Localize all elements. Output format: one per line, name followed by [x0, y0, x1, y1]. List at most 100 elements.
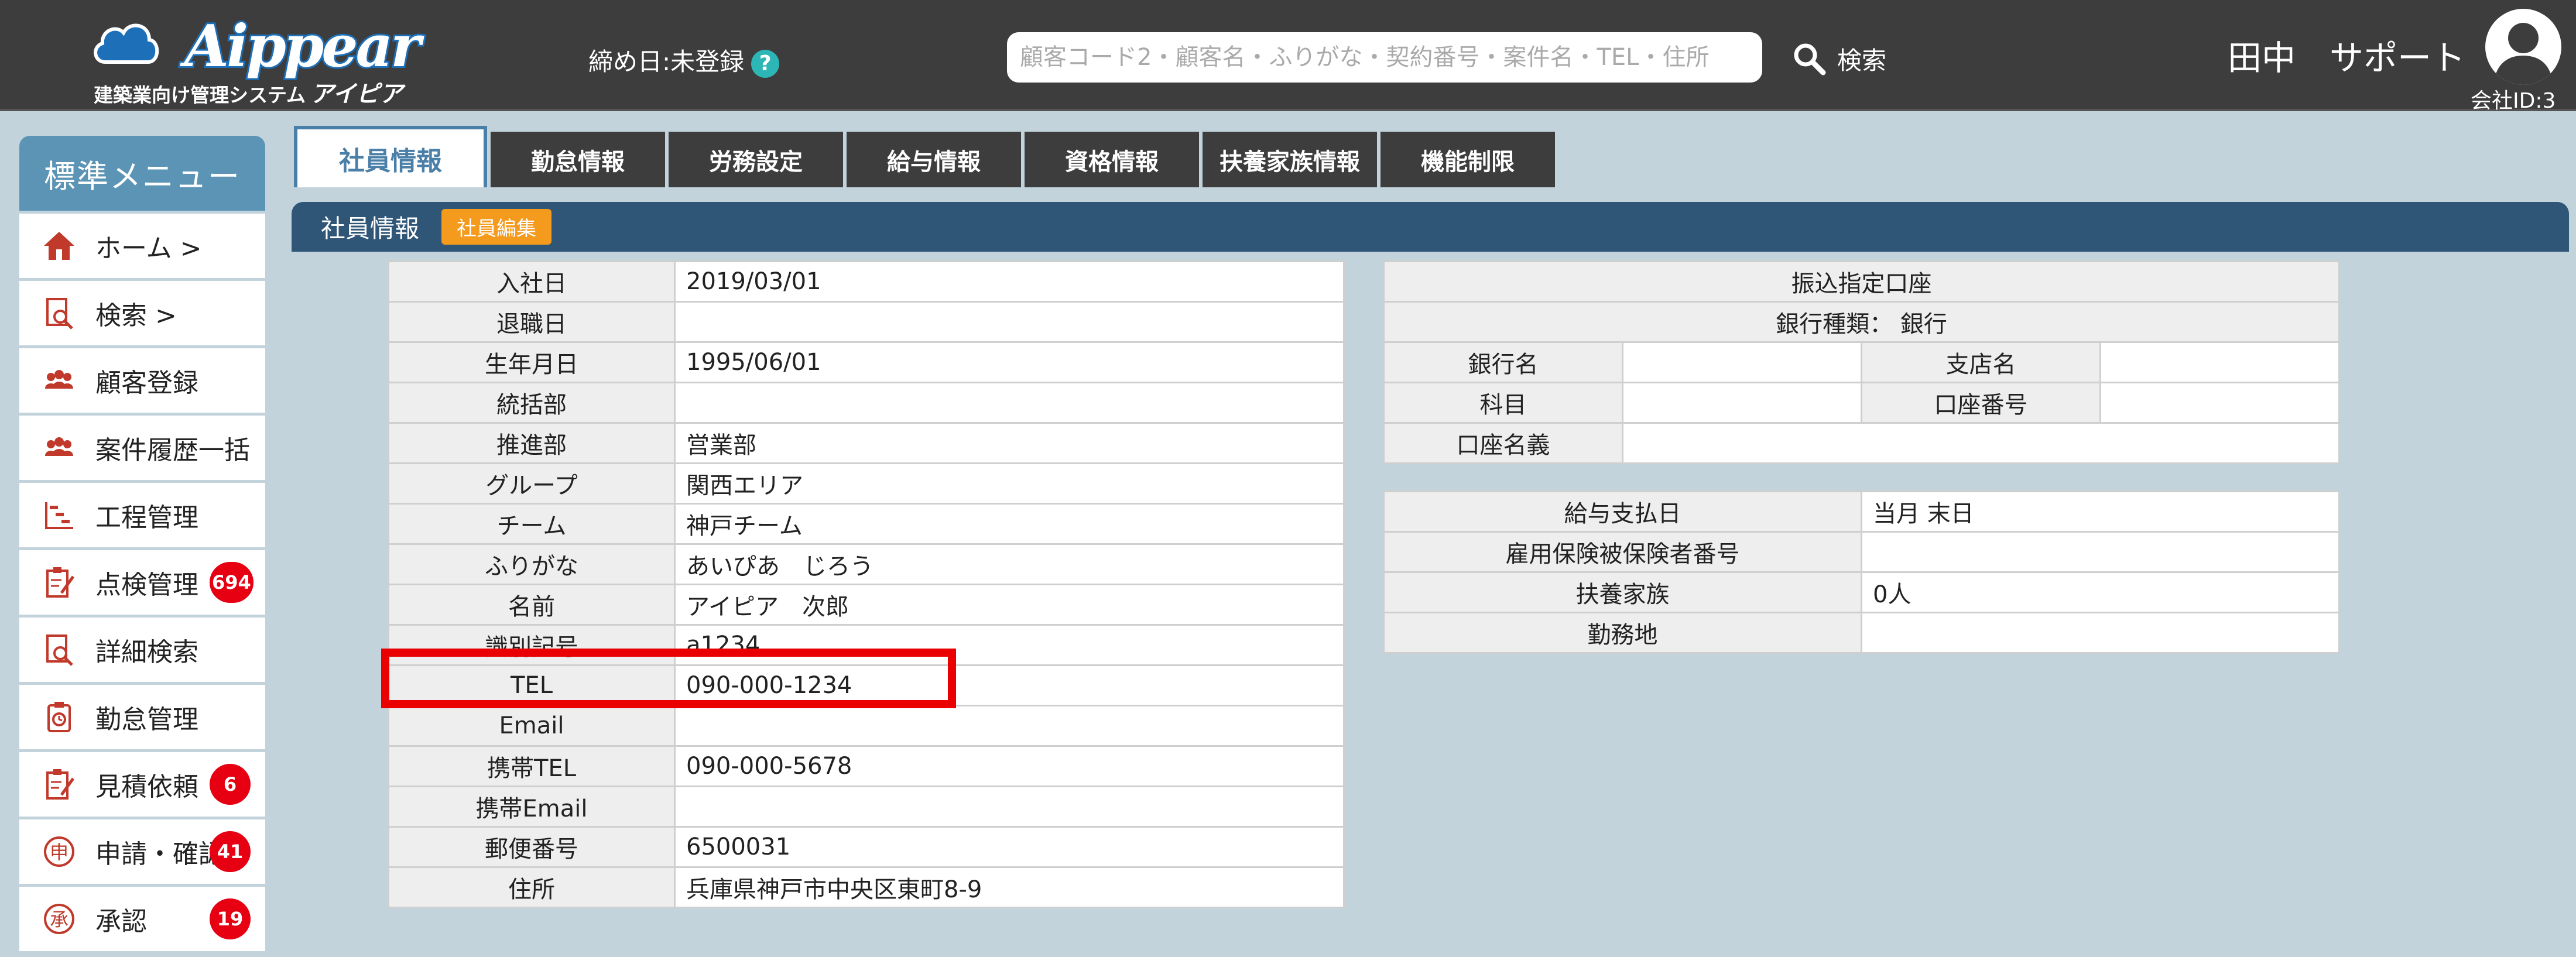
field-label: 識別記号 [388, 624, 676, 666]
logo-kana: アイピア [310, 81, 403, 108]
deadline-status: 締め日:未登録? [588, 42, 780, 78]
sidebar-item-label: 勤怠管理 [95, 705, 198, 735]
table-row: 生年月日 1995/06/01 [388, 341, 1345, 383]
tab-salary-info[interactable]: 給与情報 [847, 132, 1021, 187]
field-label: 退職日 [388, 301, 676, 343]
bank-name-value [1622, 341, 1862, 383]
logo-subtitle: 建築業向け管理システム アイピア [94, 75, 403, 109]
global-search-input[interactable] [1007, 32, 1762, 83]
field-label: ふりがな [388, 543, 676, 585]
sidebar-item-label: 工程管理 [95, 503, 198, 533]
field-label: Email [388, 705, 676, 747]
field-label: 名前 [388, 584, 676, 626]
sidebar-item-estimate-request[interactable]: 見積依頼 6 [19, 749, 265, 817]
table-row: 名前 アイピア 次郎 [388, 584, 1345, 626]
bank-type: 銀行種類： 銀行 [1383, 301, 2340, 343]
account-number-label: 口座番号 [1861, 382, 2101, 424]
table-row: 推進部 営業部 [388, 422, 1345, 464]
magnifier-icon [1794, 43, 1826, 76]
cloud-logo-icon [94, 23, 159, 64]
table-row: チーム 神戸チーム [388, 503, 1345, 545]
field-label: 給与支払日 [1383, 490, 1862, 533]
field-value: アイピア 次郎 [674, 584, 1345, 626]
branch-name-label: 支店名 [1861, 341, 2101, 383]
field-label: グループ [388, 462, 676, 505]
field-value [674, 301, 1345, 343]
table-row: 銀行種類： 銀行 [1383, 301, 2340, 343]
svg-text:承: 承 [50, 908, 68, 931]
field-value: 090-000-5678 [674, 745, 1345, 787]
account-holder-label: 口座名義 [1383, 422, 1623, 464]
tab-attendance-info[interactable]: 勤怠情報 [491, 132, 665, 187]
company-id: 会社ID:3 [2471, 89, 2556, 113]
sidebar-item-approval[interactable]: 承 承認 19 [19, 884, 265, 951]
branch-name-value [2099, 341, 2340, 383]
sidebar-item-home[interactable]: ホーム > [19, 211, 265, 278]
account-subject-label: 科目 [1383, 382, 1623, 424]
table-row: 勤務地 [1383, 612, 2340, 654]
sidebar-item-label: 詳細検索 [95, 637, 198, 667]
table-row: グループ 関西エリア [388, 462, 1345, 505]
tab-labor-settings[interactable]: 労務設定 [669, 132, 843, 187]
user-avatar-icon[interactable] [2485, 9, 2561, 85]
field-value [674, 705, 1345, 747]
bank-section-title: 振込指定口座 [1383, 260, 2340, 303]
sidebar-menu: 標準メニュー ホーム > 検索 > 顧客登録 案件履歴一括 工程管理 点検管理 … [19, 136, 265, 951]
search-button[interactable]: 検索 [1791, 35, 1886, 82]
user-name[interactable]: 田中 サポート [2228, 30, 2465, 80]
clipboard-icon [40, 766, 78, 803]
sidebar-item-case-history[interactable]: 案件履歴一括 [19, 413, 265, 480]
table-row: ふりがな あいぴあ じろう [388, 543, 1345, 585]
sidebar-item-process[interactable]: 工程管理 [19, 480, 265, 547]
field-label: チーム [388, 503, 676, 545]
table-row: 給与支払日 当月 末日 [1383, 490, 2340, 533]
clipboard-icon [40, 564, 78, 601]
field-value: 関西エリア [674, 462, 1345, 505]
field-value: あいぴあ じろう [674, 543, 1345, 585]
sidebar-item-application[interactable]: 申 申請・確認 41 [19, 817, 265, 884]
logo-subtitle-text: 建築業向け管理システム [94, 84, 306, 107]
table-row: 雇用保険被保険者番号 [1383, 531, 2340, 573]
field-label: 統括部 [388, 382, 676, 424]
field-value: 090-000-1234 [674, 664, 1345, 706]
person-silhouette-icon [2493, 23, 2553, 85]
sidebar-item-attendance[interactable]: 勤怠管理 [19, 682, 265, 749]
table-row: 銀行名 支店名 [1383, 341, 2340, 383]
search-doc-icon [40, 631, 78, 668]
field-value: a1234 [674, 624, 1345, 666]
sidebar-item-label: ホーム > [95, 234, 202, 263]
field-label: 生年月日 [388, 341, 676, 383]
tab-function-restriction[interactable]: 機能制限 [1381, 132, 1555, 187]
approve-seal-icon: 承 [40, 900, 78, 938]
section-header-bar: 社員情報 社員編集 [292, 202, 2569, 252]
tab-employee-info[interactable]: 社員情報 [294, 126, 487, 187]
table-row: 入社日 2019/03/01 [388, 260, 1345, 303]
table-row: 科目 口座番号 [1383, 382, 2340, 424]
table-row: 住所 兵庫県神戸市中央区東町8-9 [388, 866, 1345, 908]
logo-wordmark: Aippear [183, 11, 423, 82]
app-logo[interactable]: Aippear 建築業向け管理システム アイピア [91, 11, 423, 108]
help-icon[interactable]: ? [751, 49, 780, 78]
notification-badge: 19 [210, 898, 251, 939]
field-value: 6500031 [674, 826, 1345, 868]
home-icon [40, 227, 78, 265]
tab-dependents-info[interactable]: 扶養家族情報 [1203, 132, 1377, 187]
table-row: 扶養家族 0人 [1383, 571, 2340, 613]
sidebar-item-label: 顧客登録 [95, 368, 198, 398]
table-row: 郵便番号 6500031 [388, 826, 1345, 868]
sidebar-item-detail-search[interactable]: 詳細検索 [19, 615, 265, 682]
sidebar-item-customer-register[interactable]: 顧客登録 [19, 345, 265, 413]
table-row: Email [388, 705, 1345, 747]
notification-badge: 694 [210, 562, 254, 603]
sidebar-item-label: 見積依頼 [95, 772, 198, 802]
sidebar-item-inspection[interactable]: 点検管理 694 [19, 547, 265, 615]
sidebar-item-search[interactable]: 検索 > [19, 278, 265, 345]
deadline-text: 締め日:未登録 [588, 47, 745, 76]
section-title: 社員情報 [321, 214, 420, 243]
edit-employee-button[interactable]: 社員編集 [441, 209, 552, 245]
field-value: 1995/06/01 [674, 341, 1345, 383]
people-icon [40, 429, 78, 467]
field-label: 勤務地 [1383, 612, 1862, 654]
employee-details-table: 入社日 2019/03/01 退職日 生年月日 1995/06/01 統括部 推進部 営業部グ… [388, 260, 1345, 908]
tab-qualification-info[interactable]: 資格情報 [1025, 132, 1199, 187]
